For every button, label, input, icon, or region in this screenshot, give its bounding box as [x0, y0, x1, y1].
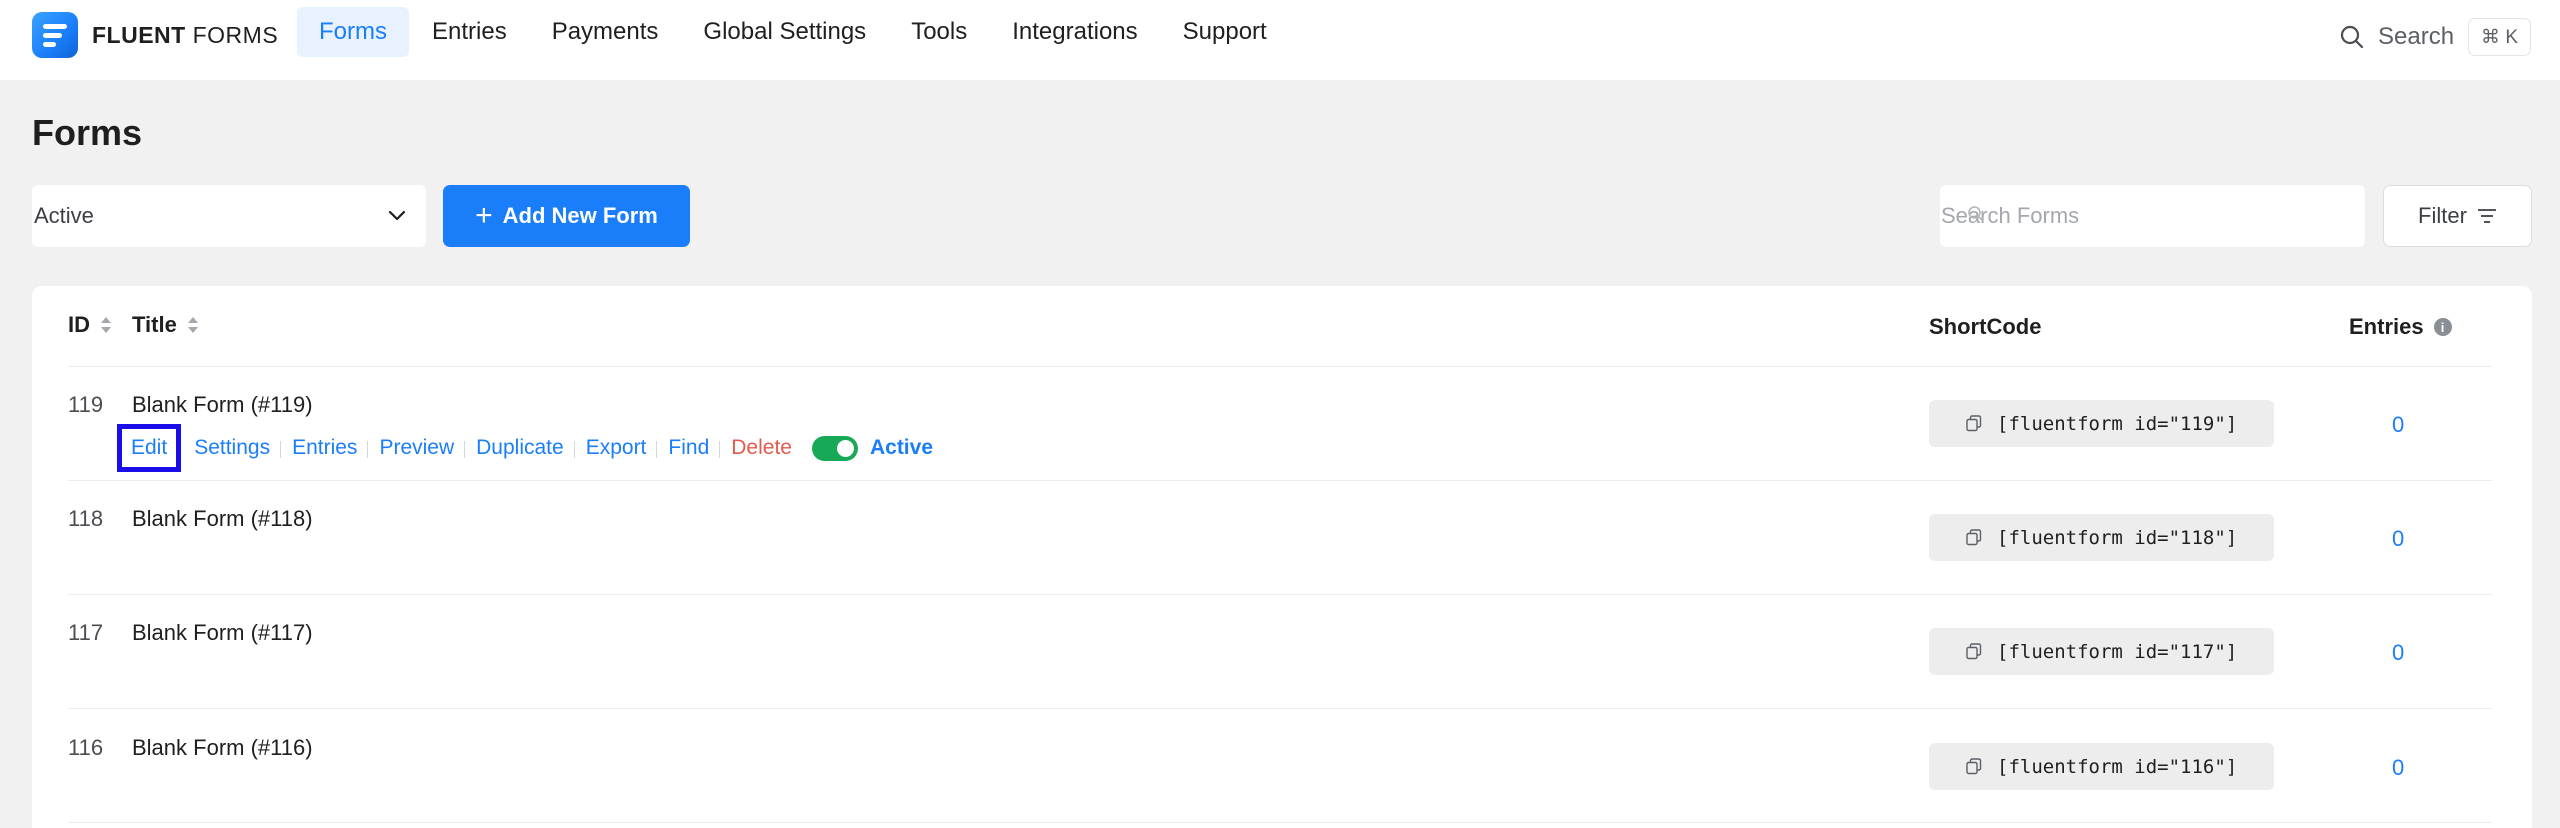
- row-divider: [68, 708, 2492, 709]
- entries-count-link[interactable]: 0: [2392, 755, 2404, 781]
- column-header-id[interactable]: ID: [68, 312, 112, 338]
- filter-button[interactable]: Filter: [2383, 185, 2532, 247]
- top-navigation-bar: FLUENT FORMS Forms Entries Payments Glob…: [0, 0, 2560, 80]
- delete-link[interactable]: Delete: [719, 436, 803, 460]
- export-link[interactable]: Export: [573, 436, 658, 460]
- copy-icon: [1966, 643, 1982, 660]
- filter-button-label: Filter: [2418, 203, 2467, 228]
- row-title[interactable]: Blank Form (#116): [132, 735, 313, 761]
- nav-tools[interactable]: Tools: [889, 7, 989, 57]
- add-new-form-button[interactable]: + Add New Form: [443, 185, 690, 247]
- nav-forms[interactable]: Forms: [297, 7, 409, 57]
- nav-payments[interactable]: Payments: [530, 7, 681, 57]
- global-search-button[interactable]: Search ⌘ K: [2338, 18, 2531, 56]
- shortcode-text: [fluentform id="119"]: [1997, 412, 2238, 435]
- global-search-label: Search: [2378, 23, 2455, 50]
- form-status-label: Active: [869, 436, 933, 459]
- filter-lines-icon: [2477, 209, 2496, 223]
- search-forms-field: [1940, 185, 2365, 247]
- status-filter-value: Active: [34, 203, 94, 228]
- find-link[interactable]: Find: [656, 436, 720, 460]
- form-status-toggle[interactable]: [811, 435, 858, 461]
- row-id: 119: [68, 392, 104, 417]
- preview-link[interactable]: Preview: [367, 436, 465, 460]
- row-divider: [68, 822, 2492, 823]
- search-shortcut-badge: ⌘ K: [2468, 18, 2531, 56]
- search-forms-input[interactable]: [1940, 185, 2365, 247]
- row-divider: [68, 594, 2492, 595]
- row-id: 116: [68, 735, 104, 760]
- shortcode-text: [fluentform id="117"]: [1997, 640, 2238, 663]
- entries-count-link[interactable]: 0: [2392, 412, 2404, 438]
- copy-icon: [1966, 529, 1982, 546]
- shortcode-text: [fluentform id="116"]: [1997, 755, 2238, 778]
- shortcode-copy-button[interactable]: [fluentform id="119"]: [1929, 400, 2274, 447]
- nav-entries[interactable]: Entries: [410, 7, 529, 57]
- sort-icon: [101, 317, 111, 333]
- nav-support[interactable]: Support: [1161, 7, 1289, 57]
- search-icon: [2340, 25, 2364, 49]
- header-divider: [68, 366, 2492, 367]
- copy-icon: [1966, 415, 1982, 432]
- row-id: 118: [68, 506, 104, 531]
- main-nav: Forms Entries Payments Global Settings T…: [297, 7, 1290, 57]
- row-id: 117: [68, 620, 104, 645]
- column-header-entries-label: Entries: [2349, 314, 2424, 339]
- brand-name: FLUENT FORMS: [92, 21, 279, 48]
- column-header-title[interactable]: Title: [132, 312, 199, 338]
- brand-logo[interactable]: FLUENT FORMS: [32, 12, 278, 58]
- column-header-entries: Entries i: [2349, 314, 2452, 340]
- shortcode-text: [fluentform id="118"]: [1997, 526, 2238, 549]
- row-actions: Edit Settings Entries Preview Duplicate …: [117, 424, 933, 472]
- edit-link[interactable]: Edit: [117, 424, 182, 472]
- column-header-id-label: ID: [68, 312, 90, 337]
- chevron-down-icon: [388, 210, 406, 221]
- page-title: Forms: [32, 112, 143, 153]
- row-title[interactable]: Blank Form (#118): [132, 506, 313, 532]
- plus-icon: +: [475, 199, 493, 232]
- add-new-form-label: Add New Form: [502, 203, 658, 228]
- copy-icon: [1966, 758, 1982, 775]
- entries-count-link[interactable]: 0: [2392, 640, 2404, 666]
- shortcode-copy-button[interactable]: [fluentform id="116"]: [1929, 743, 2274, 790]
- column-header-shortcode: ShortCode: [1929, 314, 2041, 340]
- duplicate-link[interactable]: Duplicate: [464, 436, 575, 460]
- row-title[interactable]: Blank Form (#119): [132, 392, 313, 418]
- column-header-title-label: Title: [132, 312, 177, 337]
- settings-link[interactable]: Settings: [183, 436, 281, 460]
- row-title[interactable]: Blank Form (#117): [132, 620, 313, 646]
- entries-link[interactable]: Entries: [280, 436, 368, 460]
- status-filter-select[interactable]: Active: [32, 185, 426, 247]
- sort-icon: [187, 317, 198, 333]
- nav-integrations[interactable]: Integrations: [990, 7, 1159, 57]
- row-divider: [68, 480, 2492, 481]
- entries-count-link[interactable]: 0: [2392, 526, 2404, 552]
- info-icon[interactable]: i: [2433, 318, 2452, 336]
- shortcode-copy-button[interactable]: [fluentform id="117"]: [1929, 628, 2274, 675]
- column-header-shortcode-label: ShortCode: [1929, 314, 2042, 339]
- search-icon: [1968, 206, 1984, 222]
- shortcode-copy-button[interactable]: [fluentform id="118"]: [1929, 514, 2274, 561]
- fluent-forms-logo-icon: [32, 12, 78, 58]
- nav-global-settings[interactable]: Global Settings: [681, 7, 888, 57]
